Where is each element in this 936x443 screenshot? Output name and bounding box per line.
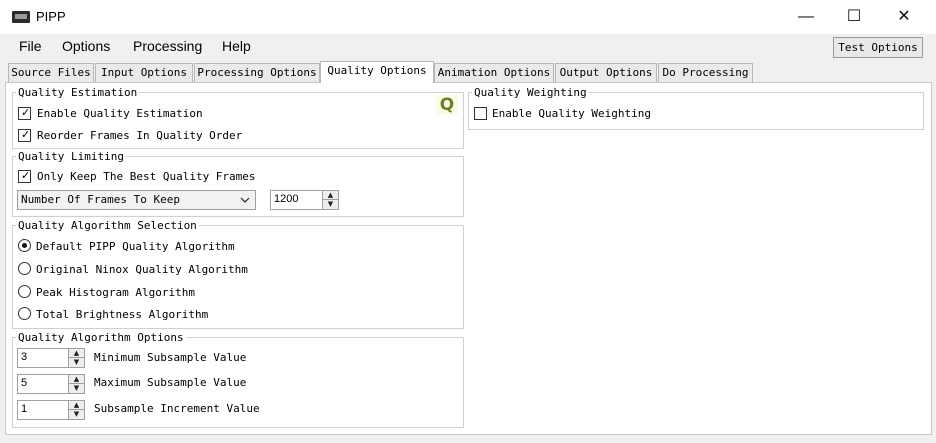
enable-quality-weighting-label: Enable Quality Weighting — [492, 107, 651, 120]
limit-mode-value: Number Of Frames To Keep — [21, 193, 180, 206]
max-subsample-input[interactable]: 5 — [17, 374, 69, 394]
quality-weighting-title: Quality Weighting — [472, 86, 589, 99]
radio-original-ninox[interactable] — [18, 262, 31, 275]
algorithm-selection-title: Quality Algorithm Selection — [16, 219, 199, 232]
close-button[interactable]: ✕ — [884, 6, 924, 28]
menu-file[interactable]: File — [19, 38, 42, 54]
increment-subsample-label: Subsample Increment Value — [94, 402, 260, 415]
frames-to-keep-spinner[interactable]: ▲ ▼ — [322, 190, 339, 210]
check-icon: ✓ — [21, 106, 31, 119]
radio-peak-histogram[interactable] — [18, 285, 31, 298]
algorithm-options-title: Quality Algorithm Options — [16, 331, 186, 344]
enable-quality-estimation-label: Enable Quality Estimation — [37, 107, 203, 120]
spin-down-icon[interactable]: ▼ — [69, 410, 84, 419]
radio-selected-dot — [22, 243, 27, 248]
chevron-down-icon — [240, 197, 250, 203]
increment-subsample-input[interactable]: 1 — [17, 400, 69, 420]
enable-quality-estimation-checkbox[interactable]: ✓ — [18, 106, 31, 120]
window-title: PIPP — [36, 9, 66, 24]
max-subsample-spinner[interactable]: ▲ ▼ — [68, 374, 85, 394]
app-icon — [12, 11, 30, 23]
increment-subsample-spinner[interactable]: ▲ ▼ — [68, 400, 85, 420]
keep-best-frames-label: Only Keep The Best Quality Frames — [37, 170, 256, 183]
tab-input-options[interactable]: Input Options — [95, 63, 193, 82]
max-subsample-label: Maximum Subsample Value — [94, 376, 247, 389]
min-subsample-value: 3 — [21, 351, 28, 363]
enable-quality-weighting-checkbox[interactable] — [474, 107, 487, 120]
frames-to-keep-value: 1200 — [274, 193, 299, 205]
limit-mode-select[interactable]: Number Of Frames To Keep — [17, 190, 256, 210]
quality-estimation-title: Quality Estimation — [16, 86, 140, 99]
increment-subsample-value: 1 — [21, 403, 28, 415]
spin-down-icon[interactable]: ▼ — [323, 200, 338, 209]
radio-peak-histogram-label: Peak Histogram Algorithm — [36, 286, 195, 299]
spin-up-icon[interactable]: ▲ — [69, 349, 84, 358]
quality-limiting-title: Quality Limiting — [16, 150, 126, 163]
radio-default-pipp[interactable] — [18, 239, 31, 252]
spin-down-icon[interactable]: ▼ — [69, 384, 84, 393]
check-icon: ✓ — [21, 128, 31, 141]
quality-estimation-q-icon: Q — [436, 95, 458, 115]
keep-best-frames-checkbox[interactable]: ✓ — [18, 169, 31, 183]
min-subsample-spinner[interactable]: ▲ ▼ — [68, 348, 85, 368]
test-options-button[interactable]: Test Options — [833, 37, 923, 58]
tab-output-options[interactable]: Output Options — [555, 63, 657, 82]
min-subsample-label: Minimum Subsample Value — [94, 351, 247, 364]
spin-up-icon[interactable]: ▲ — [323, 191, 338, 200]
tab-do-processing[interactable]: Do Processing — [658, 63, 753, 82]
max-subsample-value: 5 — [21, 377, 28, 389]
maximize-button[interactable]: ☐ — [834, 6, 874, 28]
radio-original-ninox-label: Original Ninox Quality Algorithm — [36, 263, 248, 276]
spin-down-icon[interactable]: ▼ — [69, 358, 84, 367]
reorder-frames-checkbox[interactable]: ✓ — [18, 128, 31, 142]
tab-quality-options[interactable]: Quality Options — [320, 61, 434, 83]
minimize-button[interactable]: — — [786, 6, 826, 28]
tab-animation-options[interactable]: Animation Options — [434, 63, 554, 82]
spin-up-icon[interactable]: ▲ — [69, 375, 84, 384]
reorder-frames-label: Reorder Frames In Quality Order — [37, 129, 243, 142]
check-icon: ✓ — [21, 169, 31, 182]
tab-source-files[interactable]: Source Files — [8, 63, 94, 82]
menu-options[interactable]: Options — [62, 38, 110, 54]
menu-help[interactable]: Help — [222, 38, 251, 54]
radio-total-brightness[interactable] — [18, 307, 31, 320]
min-subsample-input[interactable]: 3 — [17, 348, 69, 368]
radio-total-brightness-label: Total Brightness Algorithm — [36, 308, 209, 321]
menu-processing[interactable]: Processing — [133, 38, 202, 54]
frames-to-keep-input[interactable]: 1200 — [270, 190, 323, 210]
spin-up-icon[interactable]: ▲ — [69, 401, 84, 410]
tab-processing-options[interactable]: Processing Options — [194, 63, 320, 82]
radio-default-pipp-label: Default PIPP Quality Algorithm — [36, 240, 235, 253]
